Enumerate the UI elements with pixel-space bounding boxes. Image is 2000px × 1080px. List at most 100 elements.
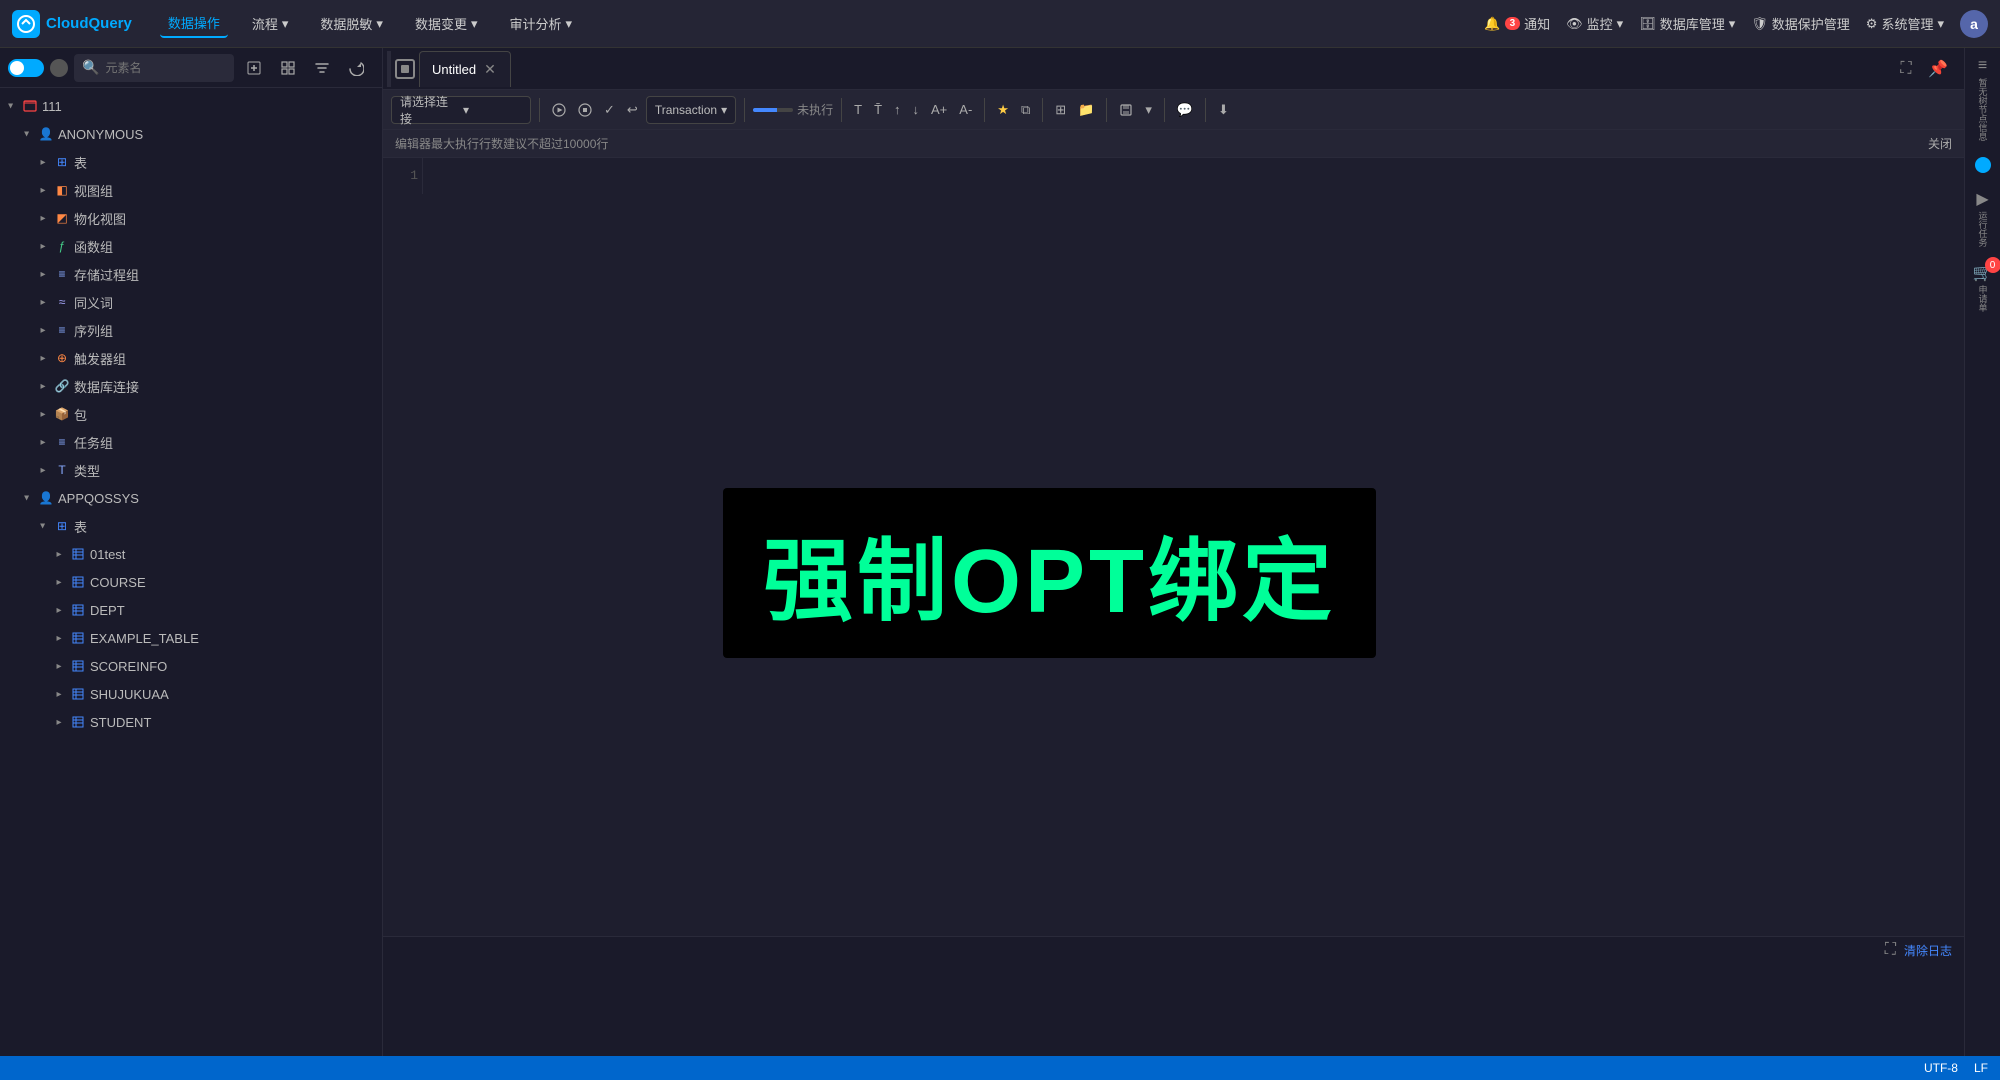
sidebar-item-view-group[interactable]: ▸ ◧ 视图组 xyxy=(0,176,382,204)
tab-close-button[interactable]: ✕ xyxy=(482,59,498,80)
refresh-button[interactable] xyxy=(342,54,370,82)
sidebar-item-example-table[interactable]: ▸ EXAMPLE_TABLE xyxy=(0,624,382,652)
filter-button[interactable] xyxy=(308,54,336,82)
sidebar-item-db111[interactable]: ▸ 111 xyxy=(0,92,382,120)
sidebar-item-table-group[interactable]: ▸ ⊞ 表 xyxy=(0,148,382,176)
maximize-output-button[interactable]: ⛶ xyxy=(1885,941,1896,959)
theme-toggle[interactable] xyxy=(8,59,44,77)
sidebar-item-appq-tables[interactable]: ▸ ⊞ 表 xyxy=(0,512,382,540)
rs-treeinfo-label: 暂无树节点信息 xyxy=(1976,78,1990,141)
avatar[interactable]: a xyxy=(1960,10,1988,38)
element-search-box[interactable]: 🔍 xyxy=(74,54,234,82)
undo-button[interactable]: ↩ xyxy=(623,96,642,124)
nav-audit[interactable]: 审计分析 xyxy=(502,10,581,37)
save-button[interactable] xyxy=(1115,96,1137,124)
arrow-down-button[interactable]: ↓ xyxy=(909,96,924,124)
sidebar-item-seq-group[interactable]: ▸ ≡ 序列组 xyxy=(0,316,382,344)
cart-badge: 0 xyxy=(1985,257,2000,273)
appq-user-icon: 👤 xyxy=(38,490,54,506)
favorite-button[interactable]: ★ xyxy=(993,96,1013,124)
sidebar-item-pkg-group[interactable]: ▸ 📦 包 xyxy=(0,400,382,428)
maximize-editor-button[interactable]: ⛶ xyxy=(1892,55,1920,83)
add-button[interactable] xyxy=(240,54,268,82)
sidebar-item-student[interactable]: ▸ STUDENT xyxy=(0,708,382,736)
folder-button[interactable]: 📁 xyxy=(1074,96,1098,124)
bookmark-button[interactable]: ⧉ xyxy=(1017,96,1034,124)
arrow-seq: ▸ xyxy=(36,323,50,337)
pin-button[interactable]: 📌 xyxy=(1924,55,1952,83)
logo: CloudQuery xyxy=(12,10,132,38)
top-navigation: CloudQuery 数据操作 流程 数据脱敏 数据变更 审计分析 🔔 3 通知… xyxy=(0,0,2000,48)
rs-blue-dot xyxy=(1975,157,1991,173)
syn-icon: ≈ xyxy=(54,294,70,310)
sidebar-item-type-group[interactable]: ▸ T 类型 xyxy=(0,456,382,484)
tab-indicator xyxy=(395,59,415,79)
grid-button[interactable] xyxy=(274,54,302,82)
editor-area[interactable]: 1 强制OPT绑定 ⛶ 清除日志 xyxy=(383,158,1964,1080)
pkg-label: 包 xyxy=(74,405,87,424)
run-tasks-icon: ▶ xyxy=(1973,189,1993,209)
sidebar-item-dept[interactable]: ▸ DEPT xyxy=(0,596,382,624)
rs-cart-label: 申请单 xyxy=(1976,285,1990,312)
nav-monitor[interactable]: 👁 监控 xyxy=(1566,14,1623,33)
sidebar-item-course[interactable]: ▸ COURSE xyxy=(0,568,382,596)
sidebar-item-01test[interactable]: ▸ 01test xyxy=(0,540,382,568)
check-button[interactable]: ✓ xyxy=(600,96,619,124)
nav-data-change[interactable]: 数据变更 xyxy=(407,10,486,37)
nav-notification[interactable]: 🔔 3 通知 xyxy=(1484,14,1550,33)
sidebar-item-mview-group[interactable]: ▸ ◩ 物化视图 xyxy=(0,204,382,232)
seq-icon: ≡ xyxy=(54,322,70,338)
clear-log-button[interactable]: 清除日志 xyxy=(1904,942,1952,959)
sidebar-item-scoreinfo[interactable]: ▸ SCOREINFO xyxy=(0,652,382,680)
search-input[interactable] xyxy=(105,61,226,75)
size-down-button[interactable]: A- xyxy=(955,96,976,124)
overlay-banner: 强制OPT绑定 xyxy=(723,488,1376,658)
tab-untitled[interactable]: Untitled ✕ xyxy=(419,51,511,87)
font-bar-button[interactable]: T̄ xyxy=(870,96,886,124)
run-button[interactable] xyxy=(548,96,570,124)
sidebar-item-func-group[interactable]: ▸ ƒ 函数组 xyxy=(0,232,382,260)
content-area: Untitled ✕ ⛶ 📌 请选择连接 xyxy=(383,48,1964,1080)
close-info-button[interactable]: 关闭 xyxy=(1928,135,1952,152)
shujukuaa-label: SHUJUKUAA xyxy=(90,687,169,702)
sidebar-item-syn-group[interactable]: ▸ ≈ 同义词 xyxy=(0,288,382,316)
sidebar-item-link-group[interactable]: ▸ 🔗 数据库连接 xyxy=(0,372,382,400)
sidebar-item-task-group[interactable]: ▸ ≡ 任务组 xyxy=(0,428,382,456)
notification-badge: 3 xyxy=(1505,17,1521,30)
stop-button[interactable] xyxy=(574,96,596,124)
nav-db-manage[interactable]: 🗄 数据库管理 xyxy=(1639,14,1735,33)
arrow-up-button[interactable]: ↑ xyxy=(890,96,905,124)
font-t-button[interactable]: T xyxy=(850,96,866,124)
comment-button[interactable]: 💬 xyxy=(1173,96,1197,124)
nav-sys-manage[interactable]: ⚙ 系统管理 xyxy=(1866,14,1944,33)
download-button[interactable]: ⬇ xyxy=(1214,96,1233,124)
sidebar-item-appqossys[interactable]: ▸ 👤 APPQOSSYS xyxy=(0,484,382,512)
sidebar-item-trig-group[interactable]: ▸ ⊕ 触发器组 xyxy=(0,344,382,372)
transaction-button[interactable]: Transaction xyxy=(646,96,736,124)
nav-data-protect[interactable]: 🛡 数据保护管理 xyxy=(1751,14,1850,33)
nav-data-masking[interactable]: 数据脱敏 xyxy=(312,10,391,37)
transaction-chevron-icon xyxy=(721,103,727,117)
rs-item-treeinfo[interactable]: ≡ 暂无树节点信息 xyxy=(1973,56,1993,141)
appqossys-label: APPQOSSYS xyxy=(58,491,139,506)
arrow-appq: ▸ xyxy=(20,491,34,505)
transaction-label: Transaction xyxy=(655,103,717,117)
divider-4 xyxy=(984,98,985,122)
sidebar-item-shujukuaa[interactable]: ▸ SHUJUKUAA xyxy=(0,680,382,708)
rs-item-run-tasks[interactable]: ▶ 运行任务 xyxy=(1973,189,1993,247)
arrow-01test: ▸ xyxy=(52,547,66,561)
divider-8 xyxy=(1205,98,1206,122)
nav-data-ops[interactable]: 数据操作 xyxy=(160,9,228,38)
banner-text: 强制OPT绑定 xyxy=(763,508,1336,638)
size-up-button[interactable]: A+ xyxy=(927,96,951,124)
connection-selector[interactable]: 请选择连接 xyxy=(391,96,531,124)
insert-button[interactable]: ⊞ xyxy=(1051,96,1070,124)
link-label: 数据库连接 xyxy=(74,377,139,396)
nav-workflow[interactable]: 流程 xyxy=(244,10,297,37)
rs-item-cart[interactable]: 🛒 0 申请单 xyxy=(1973,263,1993,312)
arrow-mview: ▸ xyxy=(36,211,50,225)
sidebar-item-anonymous[interactable]: ▸ 👤 ANONYMOUS xyxy=(0,120,382,148)
sidebar-item-proc-group[interactable]: ▸ ≡ 存储过程组 xyxy=(0,260,382,288)
editor-info-message: 编辑器最大执行行数建议不超过10000行 xyxy=(395,135,608,152)
save-dropdown-button[interactable]: ▾ xyxy=(1141,96,1156,124)
